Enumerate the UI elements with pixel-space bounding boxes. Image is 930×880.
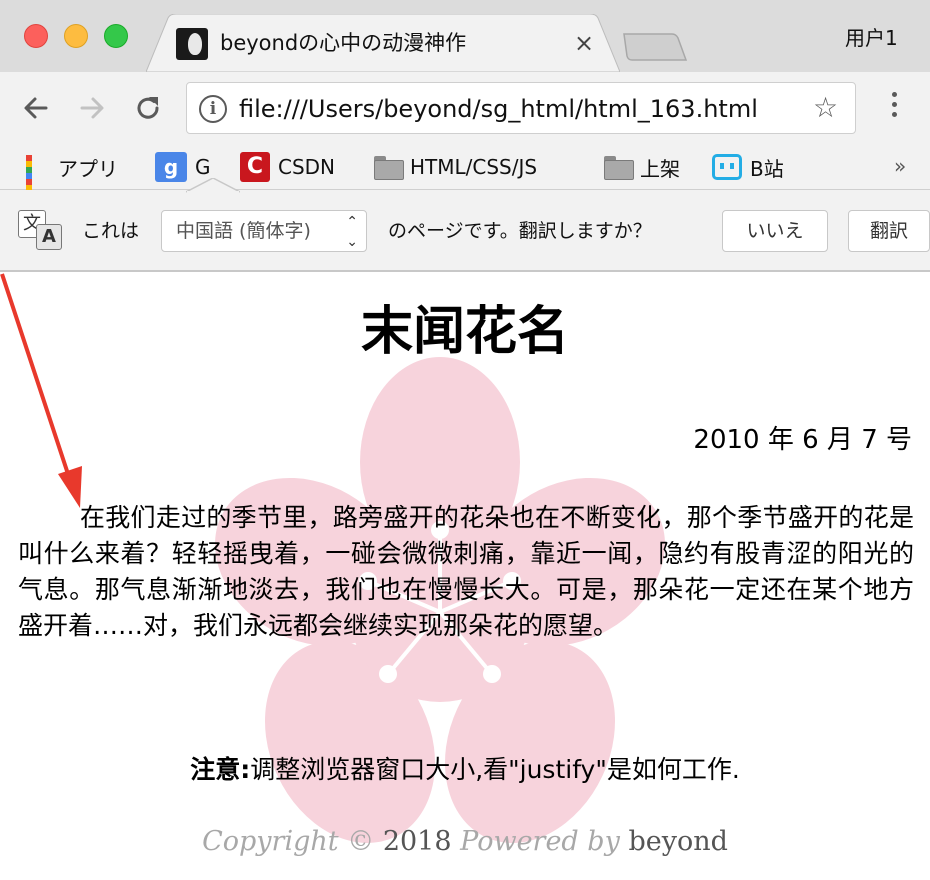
- reload-icon: [137, 97, 159, 119]
- translate-infobar: 文 A これは 中国語 (簡体字) ⌃ ⌄ のページです。翻訳しますか？ いいえ …: [0, 190, 930, 272]
- tab-close-icon[interactable]: ×: [574, 28, 594, 58]
- forward-button[interactable]: [74, 90, 110, 126]
- bookmark-star-icon[interactable]: ☆: [813, 91, 838, 125]
- bookmark-label: G: [195, 155, 211, 179]
- note-label: 注意:: [190, 755, 251, 784]
- tab-favicon-icon: [176, 28, 208, 60]
- back-button[interactable]: [18, 90, 54, 126]
- bookmark-label: B站: [750, 156, 784, 181]
- footer-copyright-symbol: ©: [347, 826, 375, 857]
- tab-title: beyondの心中の动漫神作: [220, 31, 467, 55]
- chevron-updown-icon: ⌃ ⌄: [346, 214, 358, 250]
- footer-author: beyond: [628, 826, 728, 857]
- annotation-arrow-icon: [0, 273, 82, 508]
- note-line: 注意:调整浏览器窗口大小,看"justify"是如何工作.: [0, 750, 930, 790]
- new-tab-button[interactable]: [620, 32, 690, 62]
- close-window-button[interactable]: [24, 24, 48, 48]
- reload-button[interactable]: [130, 90, 166, 126]
- bookmark-apps[interactable]: アプリ: [26, 150, 118, 209]
- footer-powered-by: Powered by: [460, 826, 620, 857]
- back-arrow-icon: [24, 97, 48, 119]
- folder-icon: [374, 156, 404, 180]
- source-language-value: 中国語 (簡体字): [176, 220, 311, 242]
- csdn-icon: C: [240, 152, 270, 182]
- folder-icon: [604, 156, 634, 180]
- site-info-icon[interactable]: i: [199, 95, 227, 123]
- article-date: 2010 年 6 月 7 号: [693, 425, 912, 455]
- browser-toolbar: i file:///Users/beyond/sg_html/html_163.…: [0, 72, 930, 144]
- footer-year: 2018: [382, 826, 452, 857]
- bookmark-csdn[interactable]: C CSDN: [240, 150, 335, 184]
- bookmarks-overflow-icon[interactable]: »: [894, 154, 906, 178]
- bookmarks-bar: アプリ g G C CSDN HTML/CSS/JS 上架 B站 »: [0, 144, 930, 209]
- translate-prefix-text: これは: [82, 220, 140, 242]
- tab-active[interactable]: beyondの心中の动漫神作 ×: [146, 14, 620, 72]
- translate-bubble-caret: [186, 178, 240, 194]
- decline-translate-button[interactable]: いいえ: [722, 210, 828, 252]
- bookmark-label: 上架: [640, 156, 680, 181]
- source-language-select[interactable]: 中国語 (簡体字) ⌃ ⌄: [161, 210, 367, 252]
- translate-button[interactable]: 翻訳: [848, 210, 930, 252]
- profile-button[interactable]: 用户1: [845, 24, 898, 52]
- bookmark-label: HTML/CSS/JS: [410, 155, 538, 179]
- note-text: 调整浏览器窗口大小,看"justify"是如何工作.: [250, 755, 740, 784]
- forward-arrow-icon: [80, 97, 104, 119]
- window-titlebar: beyondの心中の动漫神作 × 用户1: [0, 0, 930, 72]
- bilibili-icon: [712, 154, 742, 180]
- maximize-window-button[interactable]: [104, 24, 128, 48]
- apps-grid-icon: [26, 155, 50, 209]
- translate-suffix-text: のページです。翻訳しますか？: [388, 220, 652, 242]
- bookmark-bilibili[interactable]: B站: [712, 150, 784, 184]
- page-title: 末闻花名: [360, 302, 569, 362]
- bookmark-folder-html[interactable]: HTML/CSS/JS: [374, 150, 537, 184]
- google-translate-icon: g: [155, 152, 187, 182]
- minimize-window-button[interactable]: [64, 24, 88, 48]
- url-text[interactable]: file:///Users/beyond/sg_html/html_163.ht…: [239, 93, 758, 125]
- article-paragraph: 在我们走过的季节里，路旁盛开的花朵也在不断变化，那个季节盛开的花是叫什么来着？轻…: [18, 503, 914, 640]
- browser-menu-icon[interactable]: [880, 92, 908, 124]
- bookmark-label: CSDN: [278, 155, 336, 179]
- bookmark-folder-shangjia[interactable]: 上架: [604, 150, 680, 184]
- page-footer: Copyright © 2018 Powered by beyond: [0, 822, 930, 862]
- page-viewport: 末闻花名 2010 年 6 月 7 号 在我们走过的季节里，路旁盛开的花朵也在不…: [0, 272, 930, 880]
- bookmark-label: アプリ: [58, 156, 118, 181]
- translate-icon: 文 A: [18, 210, 70, 250]
- address-bar[interactable]: i file:///Users/beyond/sg_html/html_163.…: [186, 82, 856, 134]
- footer-copyright: Copyright: [202, 826, 339, 857]
